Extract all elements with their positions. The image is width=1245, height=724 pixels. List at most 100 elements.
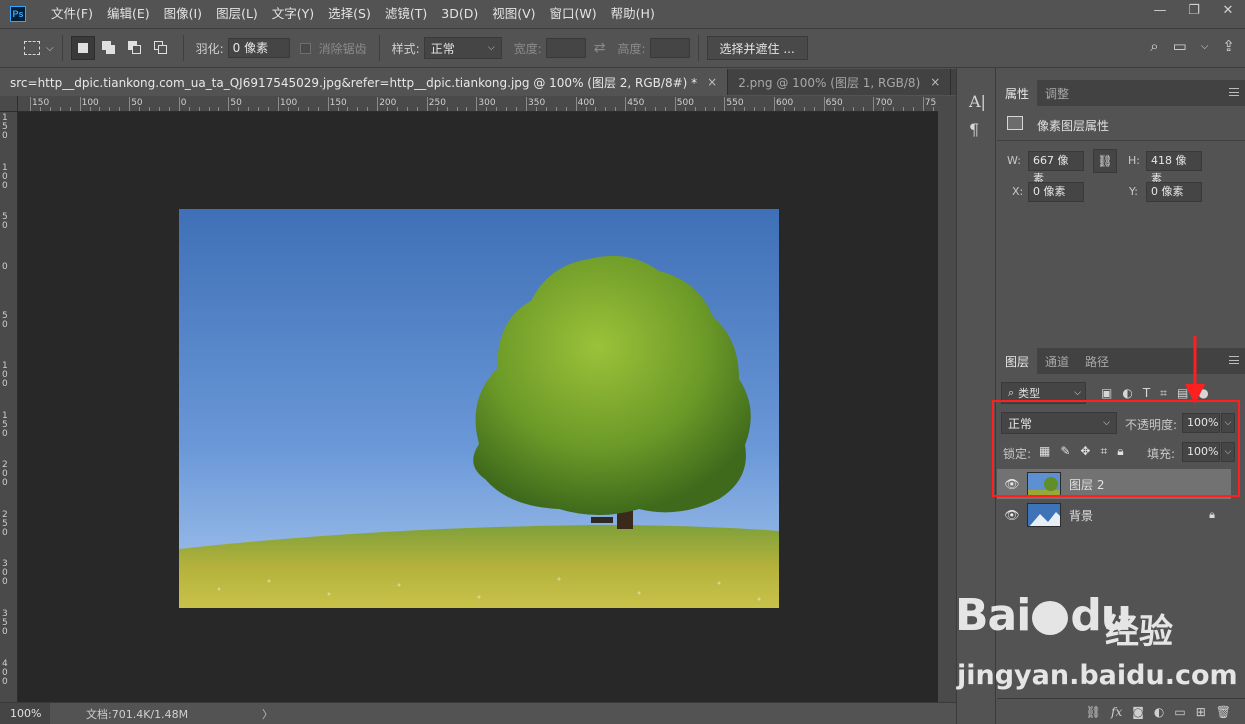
ruler-tick [278,97,279,111]
width-field[interactable]: 667 像素 [1028,151,1084,185]
ruler-minor-tick [902,107,904,111]
width-input[interactable] [545,38,586,58]
tab-channels[interactable]: 通道 [1037,348,1077,374]
ruler-minor-tick [317,107,319,111]
ruler-minor-tick [367,107,369,111]
style-label: 样式: [391,41,420,56]
shape-filter-icon[interactable]: ⌗ [1160,386,1167,401]
width-label: 宽度: [513,41,542,56]
menu-image[interactable]: 图像(I) [157,0,209,28]
ruler-minor-tick [714,107,716,111]
menu-3d[interactable]: 3D(D) [434,0,485,28]
ruler-tick [625,97,627,111]
ruler-minor-tick [863,107,865,111]
visibility-eye-icon[interactable]: 👁︎ [997,508,1027,522]
ruler-minor-tick [416,107,418,111]
type-filter-icon[interactable]: T [1143,386,1150,401]
ruler-minor-tick [595,107,597,111]
height-input[interactable] [649,38,690,58]
new-layer-icon[interactable]: ⊞ [1196,705,1206,719]
ruler-tick [774,97,775,111]
rectangular-marquee-icon[interactable] [24,41,40,55]
select-and-mask-button[interactable]: 选择并遮住 ... [706,36,808,60]
ruler-tick-label: 100 [2,361,8,389]
link-layers-icon[interactable]: ⛓ [1086,705,1101,719]
ruler-tick [228,97,230,111]
minimize-button[interactable]: — [1143,0,1177,20]
paragraph-panel-icon[interactable]: ¶ [969,120,979,139]
restore-button[interactable]: ❐ [1177,0,1211,20]
ruler-minor-tick [337,107,339,111]
x-field[interactable]: 0 像素 [1028,182,1084,202]
ruler-minor-tick [446,107,448,111]
add-selection-mode-button[interactable] [97,36,121,60]
layer-style-icon[interactable]: fx [1111,705,1122,719]
add-mask-icon[interactable]: ◙ [1132,705,1144,719]
workspace-icon[interactable]: ▭ [1173,37,1187,55]
menu-type[interactable]: 文字(Y) [265,0,321,28]
ruler-minor-tick [555,107,557,111]
feather-input[interactable]: 0 像素 [227,38,290,58]
antialias-checkbox[interactable] [299,42,311,54]
ruler-tick [327,97,329,111]
tab-label: 2.png @ 100% (图层 1, RGB/8) [738,75,921,90]
zoom-level[interactable]: 100% [0,702,50,724]
tab-paths[interactable]: 路径 [1077,348,1117,374]
close-icon[interactable]: × [707,75,717,89]
image-filter-icon[interactable]: ▣ [1101,386,1112,401]
ruler-tick [79,97,81,111]
menu-window[interactable]: 窗口(W) [543,0,604,28]
chevron-down-icon[interactable]: ⌵ [46,43,54,54]
document-image[interactable] [179,209,779,608]
style-dropdown[interactable]: 正常 ⌵ [423,37,502,59]
chevron-down-icon[interactable]: ⌵ [1201,41,1209,52]
tab-adjustments[interactable]: 调整 [1037,80,1077,106]
ruler-minor-tick [69,107,71,111]
vertical-scrollbar[interactable] [938,96,956,702]
swap-icon[interactable]: ⇄ [594,40,606,56]
delete-layer-icon[interactable]: 🗑︎ [1216,705,1231,719]
ruler-minor-tick [149,107,150,111]
tab-document-2[interactable]: 2.png @ 100% (图层 1, RGB/8) × [728,69,952,95]
pixel-layer-icon [1007,116,1023,130]
menu-file[interactable]: 文件(F) [44,0,100,28]
status-menu-arrow-icon[interactable]: 〉 [262,706,273,722]
close-button[interactable]: ✕ [1211,0,1245,20]
y-field[interactable]: 0 像素 [1146,182,1202,202]
panel-menu-icon[interactable] [1229,356,1239,364]
menu-help[interactable]: 帮助(H) [604,0,662,28]
intersect-selection-mode-button[interactable] [149,36,173,60]
ruler-tick [178,97,180,111]
ruler-minor-tick [932,107,934,111]
close-icon[interactable]: × [930,75,940,89]
ruler-minor-tick [843,107,845,111]
adjustment-filter-icon[interactable]: ◐ [1122,386,1132,401]
menu-select[interactable]: 选择(S) [321,0,378,28]
ruler-tick-label: 200 [2,460,8,489]
group-folder-icon[interactable]: ▭ [1174,705,1185,719]
ruler-tick [129,97,131,111]
link-dimensions-icon[interactable]: ⛓ [1093,149,1117,173]
new-selection-mode-button[interactable] [70,36,95,60]
canvas-area[interactable] [18,112,938,702]
lock-icon: 🔒︎ [1209,508,1215,521]
add-selection-icon [101,41,116,55]
ruler-minor-tick [496,107,498,111]
tab-layers[interactable]: 图层 [997,348,1038,374]
search-icon[interactable]: ⌕ [1150,37,1158,55]
menu-layer[interactable]: 图层(L) [209,0,265,28]
subtract-selection-mode-button[interactable] [123,36,147,60]
layer-row-background[interactable]: 👁︎ 背景 🔒︎ [997,500,1231,530]
panel-menu-icon[interactable] [1229,88,1239,96]
menu-edit[interactable]: 编辑(E) [100,0,157,28]
menu-filter[interactable]: 滤镜(T) [378,0,434,28]
tab-document-1[interactable]: src=http__dpic.tiankong.com_ua_ta_QJ6917… [0,69,729,95]
ruler-corner [0,96,18,112]
adjustment-layer-icon[interactable]: ◐ [1154,705,1164,719]
menu-view[interactable]: 视图(V) [485,0,542,28]
divider [182,35,184,61]
share-icon[interactable]: ⇪ [1222,37,1235,55]
tab-properties[interactable]: 属性 [997,80,1038,106]
character-panel-icon[interactable]: A| [969,92,986,111]
height-field[interactable]: 418 像素 [1146,151,1202,185]
